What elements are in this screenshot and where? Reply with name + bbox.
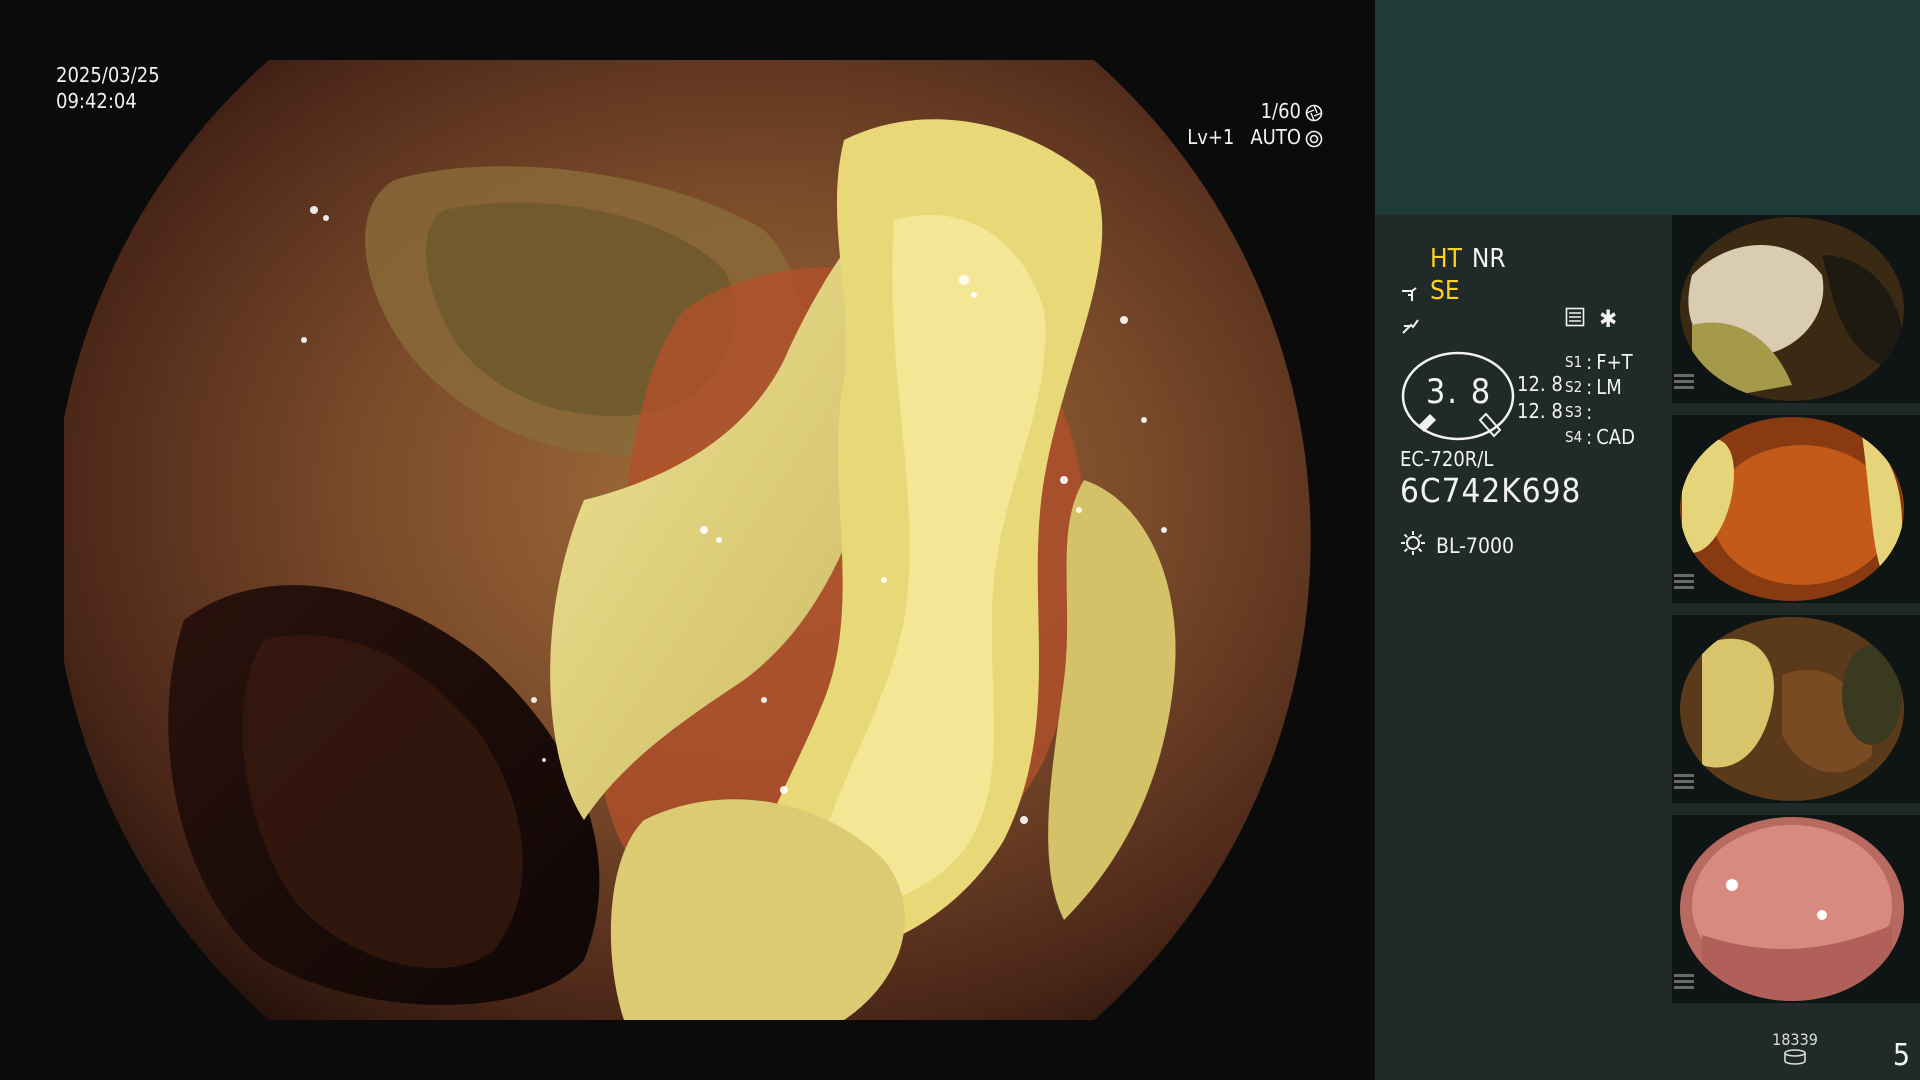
endoscope-main-view: 2025/03/25 09:42:04 1/60 Lv+1 AUTO — [0, 0, 1375, 1080]
scope-model: EC-720R/L — [1400, 447, 1494, 471]
exposure-readout: 1/60 Lv+1 AUTO — [1187, 98, 1323, 150]
aperture-icon — [1305, 102, 1323, 122]
light-source-text: BL-7000 — [1436, 533, 1515, 558]
level-text: Lv+1 — [1187, 125, 1235, 149]
star-icon: ✱ — [1599, 305, 1618, 333]
storage-counter: 18339 — [1765, 1030, 1825, 1069]
gauge-value: 3. 8 — [1425, 372, 1493, 412]
thumbnail[interactable] — [1672, 815, 1920, 1003]
light-icon — [1400, 530, 1426, 561]
datetime-readout: 2025/03/25 09:42:04 — [56, 62, 160, 114]
scope-serial: 6C742K698 — [1400, 471, 1582, 510]
switch-settings: S1: F+T S2: LM S3: S4: CAD — [1565, 350, 1635, 449]
mode-nr: NR — [1471, 244, 1506, 274]
patient-info-area — [1375, 0, 1920, 215]
thumbnail-caption — [1674, 571, 1694, 601]
side-panel: HT NR SE ✱ 3. 8 12. 8 12. 8 S1: F+T S2 … — [1375, 0, 1920, 1080]
endoscopic-image — [64, 60, 1314, 1020]
thumbnail-caption — [1674, 771, 1694, 801]
exposure-icon — [1305, 128, 1323, 148]
switch-key: S1 — [1565, 353, 1583, 371]
storage-icon — [1783, 1049, 1807, 1069]
zoom-gauge: 3. 8 — [1400, 350, 1518, 442]
light-source-row: BL-7000 — [1400, 530, 1514, 561]
thumbnail[interactable] — [1672, 615, 1920, 803]
switch-value: LM — [1596, 375, 1622, 399]
menu-icon — [1565, 307, 1585, 331]
page-number: 5 — [1892, 1038, 1910, 1073]
counter-value: 18339 — [1772, 1030, 1818, 1049]
time-text: 09:42:04 — [56, 89, 137, 113]
scope-icon — [1400, 281, 1420, 301]
shutter-text: 1/60 — [1260, 99, 1301, 123]
gauge-sub-value-1: 12. 8 — [1517, 372, 1563, 396]
exposure-mode-text: AUTO — [1250, 125, 1301, 149]
switch-value: F+T — [1596, 350, 1633, 374]
utility-icons: ✱ — [1565, 307, 1617, 331]
zoom-icon — [1400, 313, 1420, 334]
thumbnail[interactable] — [1672, 215, 1920, 403]
switch-key: S3 — [1565, 403, 1583, 421]
mode-ht: HT — [1430, 244, 1462, 274]
date-text: 2025/03/25 — [56, 63, 160, 87]
switch-value: CAD — [1596, 425, 1635, 449]
mode-se: SE — [1430, 276, 1460, 306]
gauge-sub-value-2: 12. 8 — [1517, 399, 1563, 423]
captured-thumbnails — [1672, 215, 1920, 1015]
thumbnail[interactable] — [1672, 415, 1920, 603]
scope-info-panel: HT NR SE ✱ 3. 8 12. 8 12. 8 S1: F+T S2 … — [1375, 215, 1672, 1080]
switch-key: S2 — [1565, 378, 1583, 396]
thumbnail-caption — [1674, 971, 1694, 1001]
switch-key: S4 — [1565, 428, 1583, 446]
thumbnail-caption — [1674, 371, 1694, 401]
image-mode-list: HT NR SE — [1400, 243, 1506, 339]
